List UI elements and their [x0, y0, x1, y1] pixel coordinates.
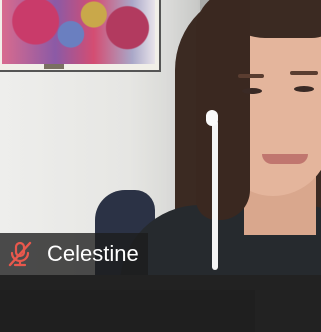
video-participant-left-brow: [238, 74, 264, 78]
participant-video-tile[interactable]: Celestine: [0, 0, 321, 275]
video-participant-mouth: [262, 154, 308, 164]
mic-muted-icon: [8, 241, 32, 267]
video-earbud-cable: [212, 120, 218, 270]
participant-name-tag: Celestine: [0, 233, 148, 275]
participant-name: Celestine: [47, 241, 139, 266]
video-participant-left-eye: [242, 88, 262, 94]
meeting-bottom-panel: [0, 290, 255, 332]
video-participant-right-brow: [290, 71, 318, 75]
video-earbud: [206, 110, 218, 126]
video-participant-hair-front: [196, 0, 250, 220]
video-participant-right-eye: [294, 86, 314, 92]
